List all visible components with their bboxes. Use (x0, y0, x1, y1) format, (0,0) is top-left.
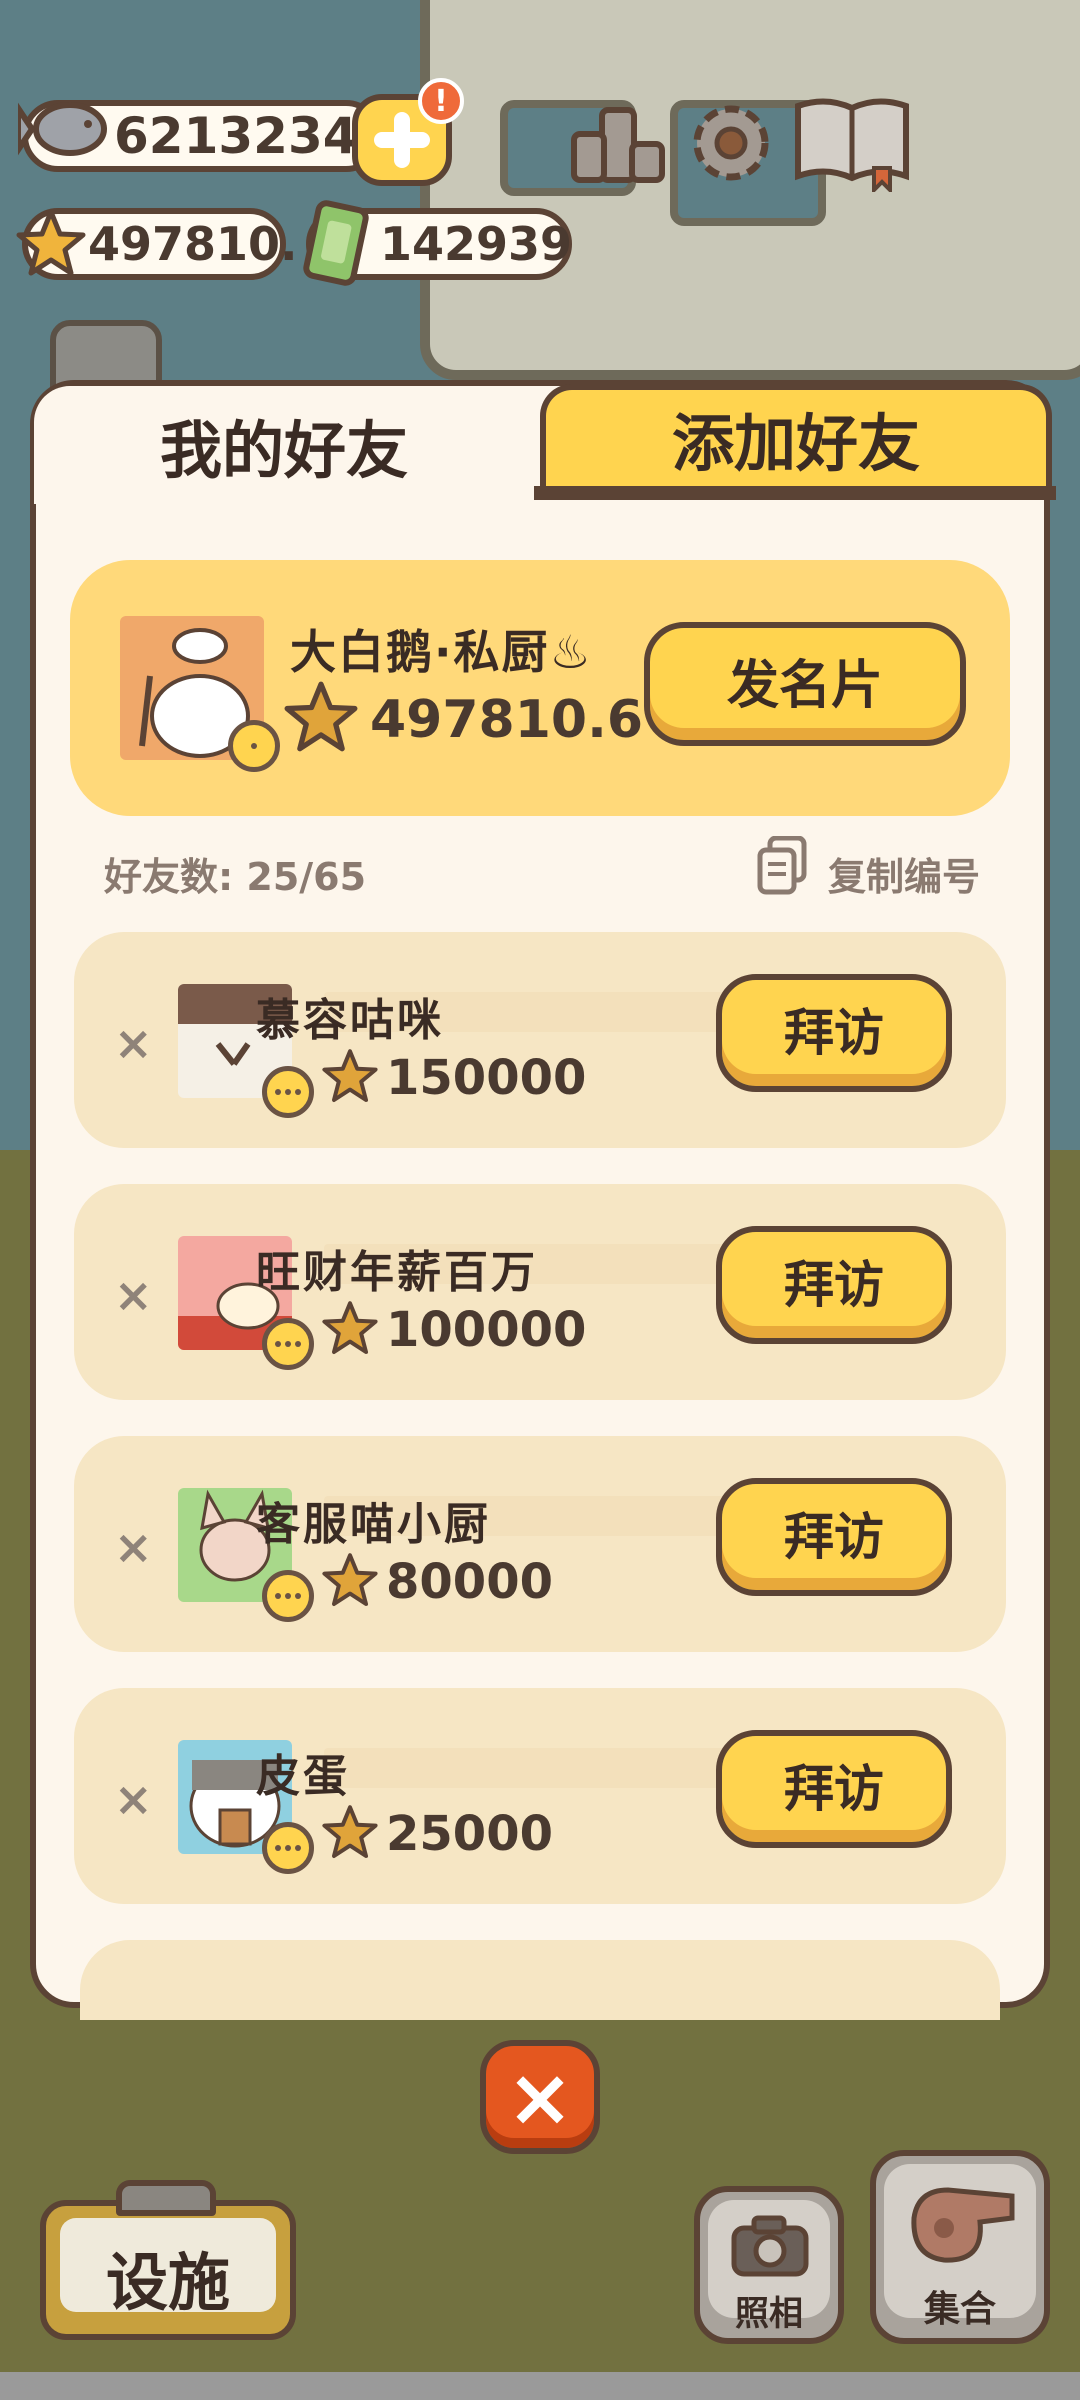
remove-friend-button[interactable]: × (114, 1520, 153, 1574)
friend-score: 80000 (386, 1554, 553, 1610)
background-road (420, 0, 1080, 380)
visit-button[interactable]: 拜访 (716, 1226, 952, 1344)
book-icon[interactable] (792, 92, 912, 192)
more-options-icon[interactable] (262, 1570, 314, 1622)
alert-badge: ! (418, 78, 464, 124)
send-card-button[interactable]: 发名片 (644, 622, 966, 746)
friend-name: 客服喵小厨 (256, 1499, 491, 1550)
friend-name: 慕容咕咪 (256, 995, 444, 1046)
friend-score: 150000 (386, 1050, 587, 1106)
send-card-label: 发名片 (726, 655, 883, 716)
photo-button[interactable]: 照相 (694, 2186, 844, 2344)
star-icon (322, 1301, 378, 1354)
photo-label: 照相 (735, 2294, 803, 2334)
fish-icon (18, 102, 107, 156)
visit-label: 拜访 (784, 1004, 884, 1062)
visit-label: 拜访 (784, 1256, 884, 1314)
settings-gear-icon[interactable] (684, 96, 778, 190)
remove-friend-button[interactable]: × (114, 1016, 153, 1070)
friend-name: 旺财年薪百万 (256, 1247, 538, 1298)
facility-button[interactable]: 设施 (40, 2180, 296, 2340)
gather-label: 集合 (923, 2289, 996, 2330)
camera-icon (731, 2215, 809, 2277)
tab-my-friends-label: 我的好友 (159, 414, 408, 487)
star-icon (322, 1049, 378, 1102)
system-nav-bar (0, 2372, 1080, 2400)
star-icon (322, 1553, 378, 1606)
star-icon (322, 1805, 378, 1858)
more-options-icon[interactable] (262, 1822, 314, 1874)
my-score: 497810.6 (370, 690, 644, 750)
close-icon: × (506, 2051, 574, 2144)
visit-label: 拜访 (784, 1760, 884, 1818)
cash-count: 142939 (380, 217, 573, 271)
visit-button[interactable]: 拜访 (716, 1478, 952, 1596)
cash-icon (303, 200, 369, 286)
copy-icon[interactable] (756, 836, 808, 896)
fish-count: 62132340 (114, 107, 393, 165)
friend-score: 25000 (386, 1806, 553, 1862)
friend-row-partial (80, 1940, 1000, 2020)
close-button[interactable]: × (480, 2040, 600, 2154)
my-name: 大白鹅·私厨♨ (290, 625, 593, 679)
gather-button[interactable]: 集合 (870, 2150, 1050, 2344)
more-options-icon[interactable] (262, 1318, 314, 1370)
copy-id-button[interactable]: 复制编号 (828, 846, 980, 901)
star-icon (284, 681, 358, 752)
visit-button[interactable]: 拜访 (716, 1730, 952, 1848)
facility-label: 设施 (105, 2246, 230, 2319)
remove-friend-button[interactable]: × (114, 1772, 153, 1826)
whistle-icon (911, 2187, 1015, 2263)
friend-name: 皮蛋 (256, 1751, 350, 1802)
tab-my-friends[interactable]: 我的好友 (34, 386, 534, 504)
more-options-icon[interactable] (262, 1066, 314, 1118)
ranking-icon[interactable] (570, 100, 666, 186)
tab-add-friends-label: 添加好友 (671, 407, 920, 480)
friend-score: 100000 (386, 1302, 587, 1358)
star-icon (16, 209, 86, 276)
chef-badge-icon (228, 720, 280, 772)
friend-count: 好友数: 25/65 (104, 855, 367, 899)
remove-friend-button[interactable]: × (114, 1268, 153, 1322)
star-count: 497810. (88, 217, 298, 271)
tab-add-friends[interactable]: 添加好友 (540, 384, 1052, 500)
visit-button[interactable]: 拜访 (716, 974, 952, 1092)
visit-label: 拜访 (784, 1508, 884, 1566)
